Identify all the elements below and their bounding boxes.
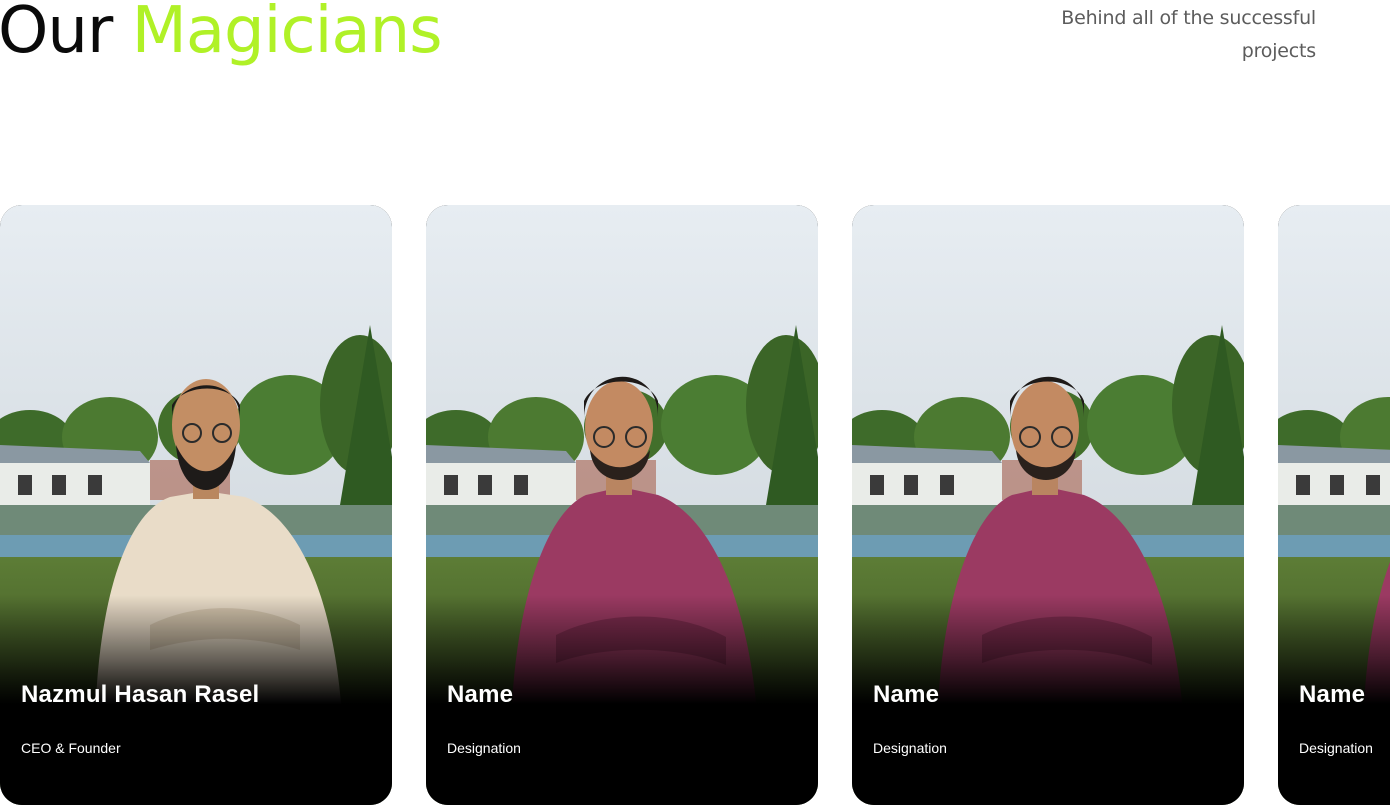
member-role: Designation xyxy=(873,740,947,756)
team-section: Our Magicians Behind all of the successf… xyxy=(0,0,1390,806)
member-role: Designation xyxy=(1299,740,1373,756)
title-word-our: Our xyxy=(0,0,113,68)
member-name: Name xyxy=(873,681,940,708)
team-card[interactable]: Name Designation xyxy=(852,205,1244,805)
member-role: CEO & Founder xyxy=(21,740,121,756)
team-card[interactable]: Name Designation xyxy=(426,205,818,805)
member-name: Name xyxy=(447,681,514,708)
team-card[interactable]: Nazmul Hasan Rasel CEO & Founder xyxy=(0,205,392,805)
section-title: Our Magicians xyxy=(0,0,443,68)
section-tagline: Behind all of the successful projects xyxy=(1061,7,1316,62)
member-role: Designation xyxy=(447,740,521,756)
member-name: Name xyxy=(1299,681,1366,708)
team-card[interactable]: Name Designation xyxy=(1278,205,1390,805)
member-name: Nazmul Hasan Rasel xyxy=(21,681,260,708)
title-word-magicians: Magicians xyxy=(131,0,443,68)
